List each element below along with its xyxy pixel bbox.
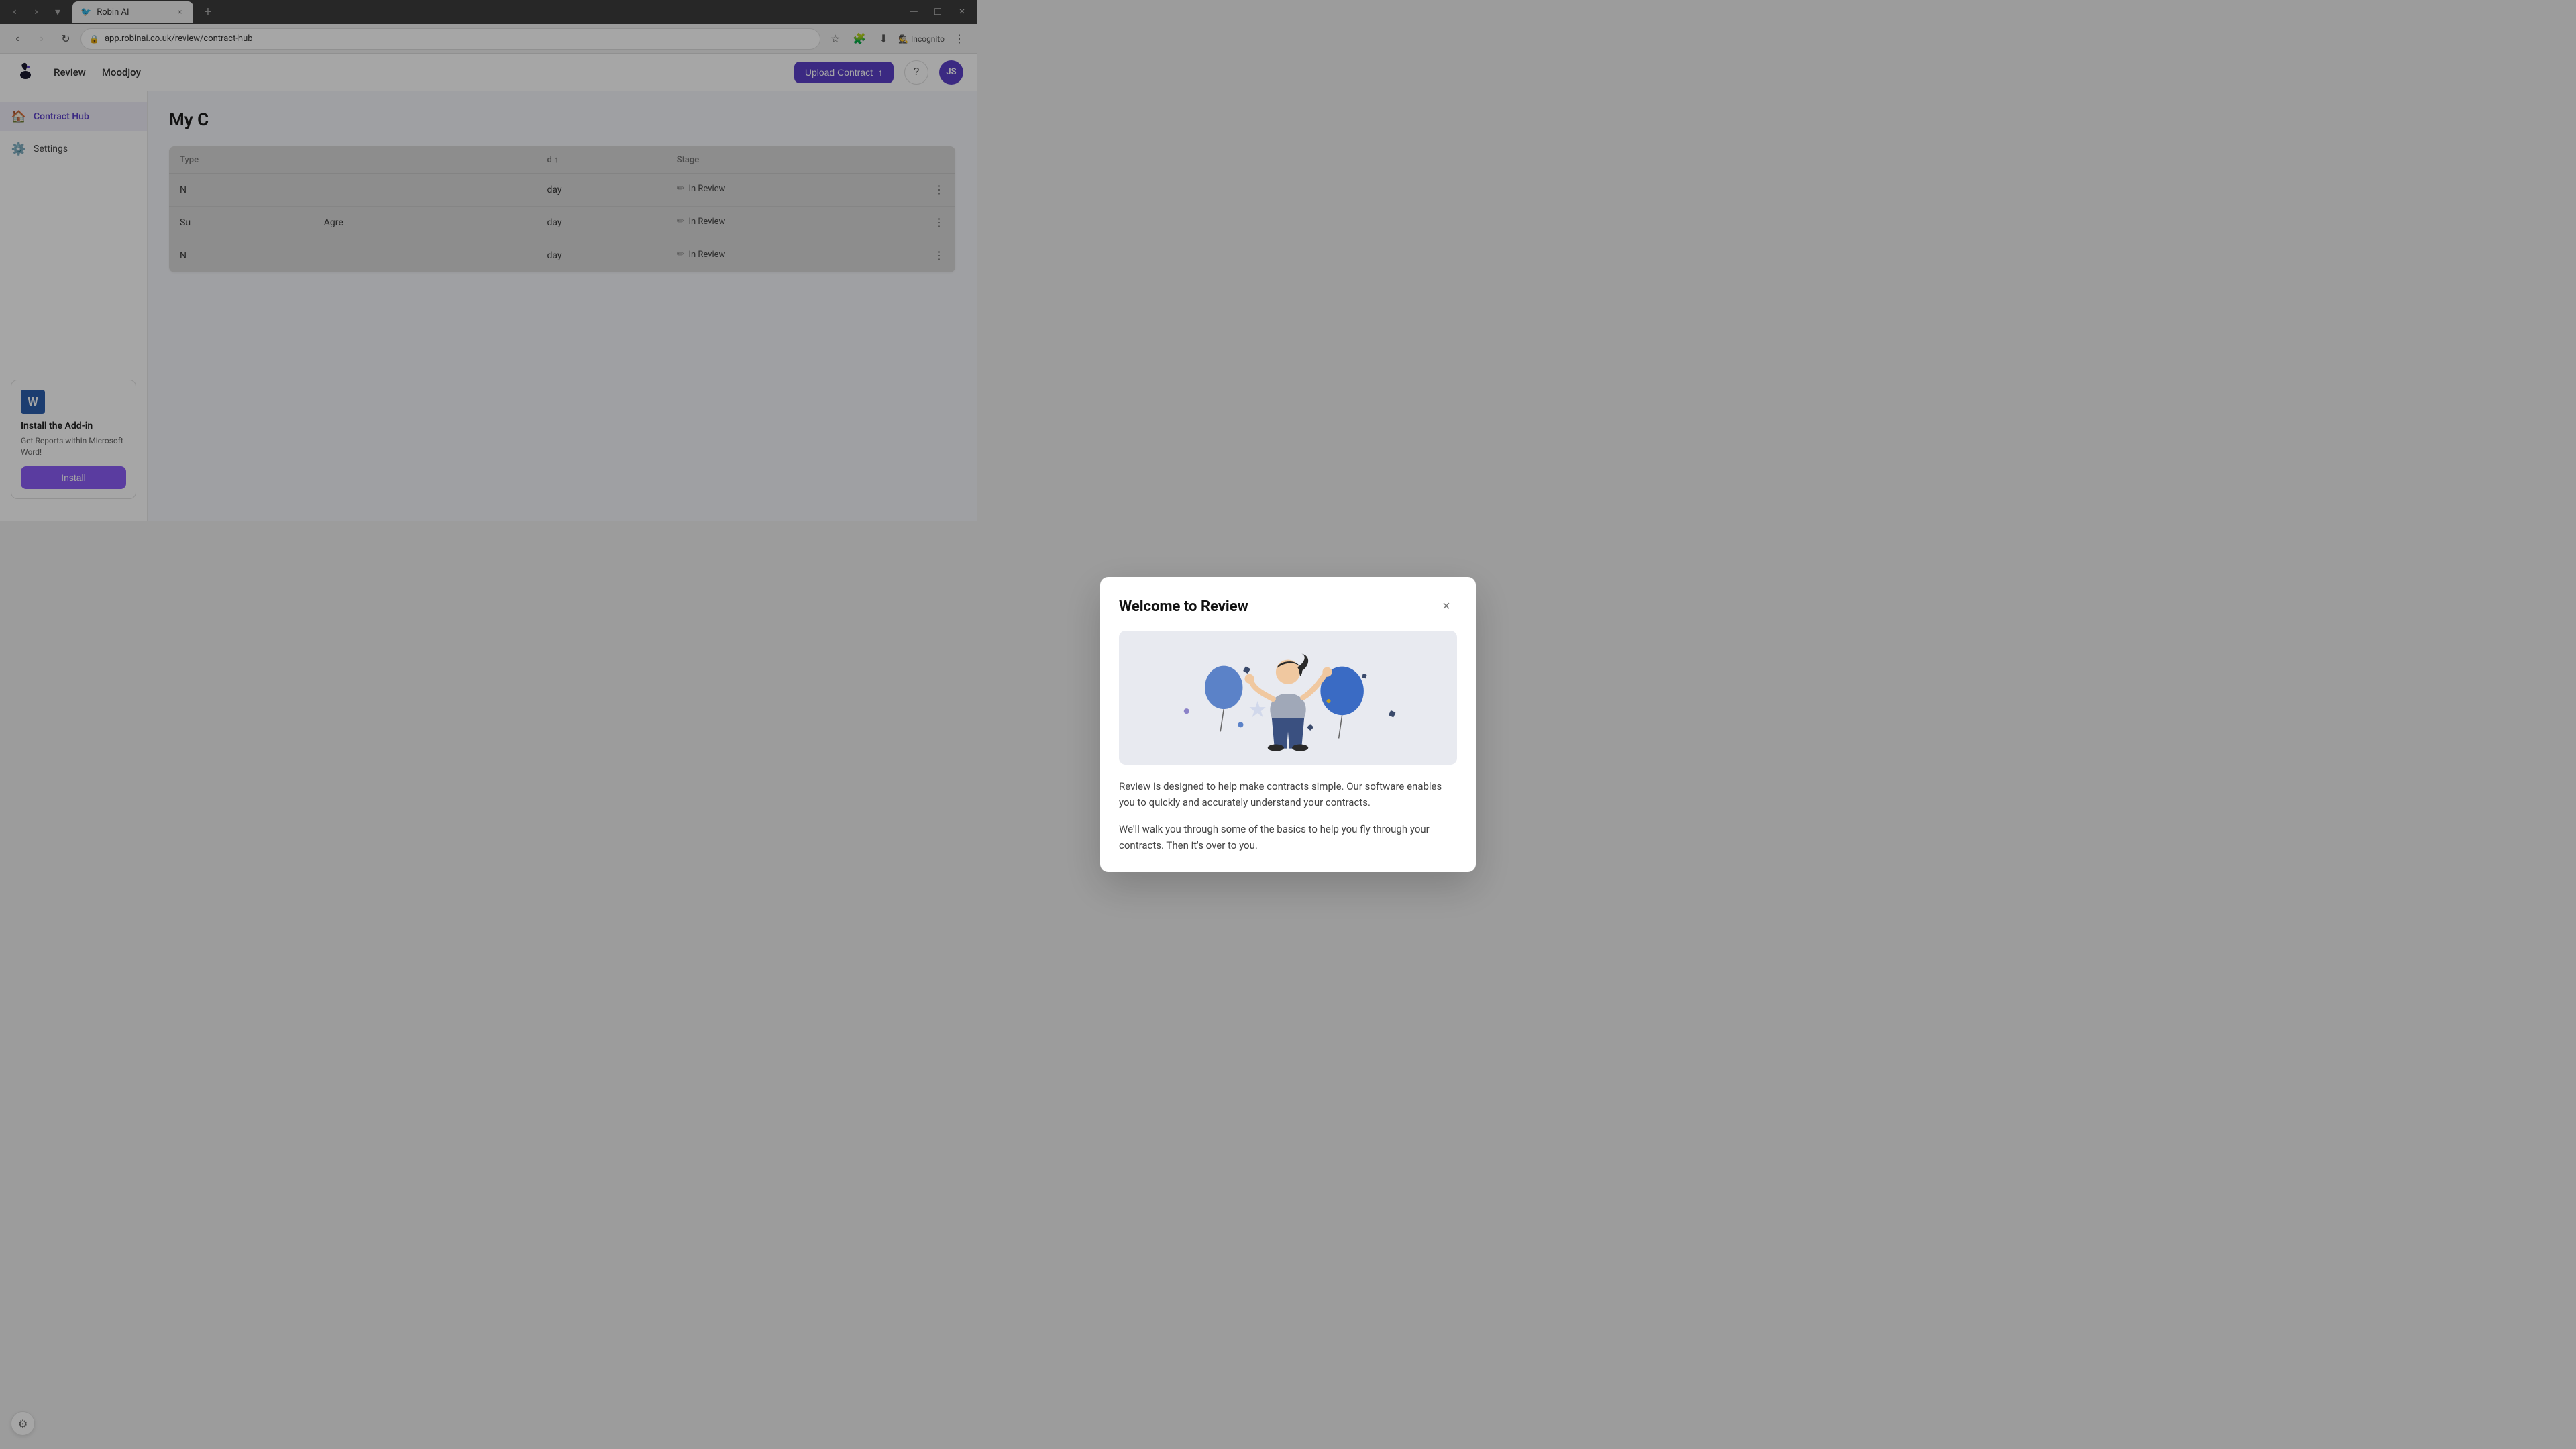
close-icon: × [1442, 599, 1450, 614]
modal-close-btn[interactable]: × [1436, 596, 1457, 617]
modal-text-primary: Review is designed to help make contract… [1119, 778, 1457, 810]
modal-overlay[interactable]: Welcome to Review × [0, 0, 2576, 1449]
modal-body: Review is designed to help make contract… [1100, 778, 1476, 872]
modal-text-secondary: We'll walk you through some of the basic… [1119, 821, 1457, 853]
modal-title: Welcome to Review [1119, 598, 1248, 615]
modal-illustration [1119, 631, 1457, 765]
modal-header: Welcome to Review × [1100, 577, 1476, 617]
welcome-modal: Welcome to Review × [1100, 577, 1476, 872]
